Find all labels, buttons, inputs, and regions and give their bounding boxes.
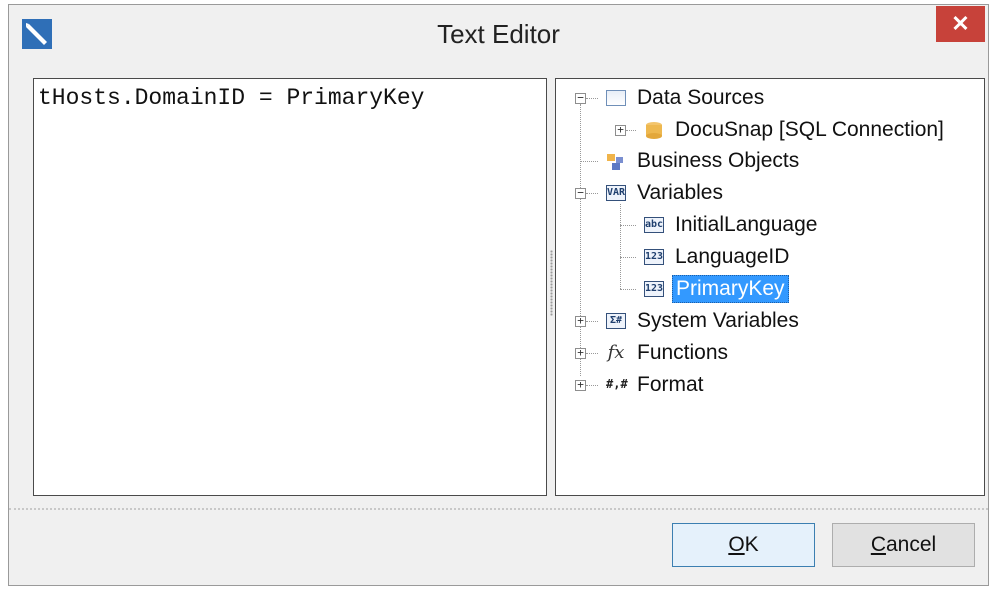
- collapse-toggle[interactable]: −: [575, 187, 586, 199]
- tree-line: [580, 161, 598, 162]
- button-area-divider: [9, 508, 988, 510]
- tree-item-label: DocuSnap [SQL Connection]: [675, 118, 944, 141]
- tree-line: [586, 193, 598, 194]
- tree-item-variables[interactable]: VAR Variables: [606, 179, 726, 207]
- tree-line: [620, 204, 621, 289]
- tree-item-label: Functions: [637, 341, 729, 364]
- expand-toggle[interactable]: +: [575, 379, 586, 391]
- ok-label: K: [744, 533, 759, 556]
- system-variables-icon: Σ#: [606, 313, 626, 329]
- collapse-toggle[interactable]: −: [575, 92, 586, 104]
- dictionary-tree[interactable]: − + − + + + Data Sources DocuSnap [SQL C…: [555, 78, 985, 496]
- function-icon: fx: [607, 342, 625, 363]
- tree-item-label: System Variables: [637, 309, 799, 332]
- tree-item-label-selected: PrimaryKey: [672, 275, 789, 303]
- variables-icon: VAR: [606, 185, 626, 201]
- close-icon: ✕: [951, 11, 970, 36]
- window-title: Text Editor: [437, 19, 560, 49]
- tree-item-label: Business Objects: [637, 149, 800, 172]
- database-icon: [644, 122, 664, 139]
- tree-line: [620, 289, 636, 290]
- tree-item-system-variables[interactable]: Σ# System Variables: [606, 307, 802, 335]
- tree-line: [586, 321, 598, 322]
- splitter-handle[interactable]: [550, 250, 553, 316]
- data-sources-icon: [606, 90, 626, 106]
- string-variable-icon: abc: [644, 217, 664, 233]
- tree-item-label: Data Sources: [637, 86, 765, 109]
- business-objects-icon: [606, 153, 626, 170]
- format-icon: #,#: [606, 377, 628, 391]
- tree-line: [586, 98, 598, 99]
- tree-item-label: LanguageID: [675, 245, 790, 268]
- cancel-label: ancel: [885, 533, 937, 556]
- tree-item-business-objects[interactable]: Business Objects: [606, 147, 802, 175]
- tree-item-docusnap-connection[interactable]: DocuSnap [SQL Connection]: [644, 116, 947, 144]
- ok-button[interactable]: OK: [672, 523, 815, 567]
- title-bar[interactable]: Text Editor ✕: [9, 5, 988, 63]
- cancel-button[interactable]: Cancel: [832, 523, 975, 567]
- tree-line: [586, 385, 598, 386]
- ok-mnemonic: O: [728, 533, 745, 556]
- tree-line: [620, 257, 636, 258]
- tree-item-format[interactable]: #,# Format: [606, 371, 707, 399]
- expand-toggle[interactable]: +: [615, 124, 626, 136]
- cancel-mnemonic: C: [870, 533, 886, 556]
- tree-item-functions[interactable]: fx Functions: [606, 339, 731, 367]
- number-variable-icon: 123: [644, 249, 664, 265]
- tree-item-label: Format: [637, 373, 704, 396]
- expression-editor[interactable]: tHosts.DomainID = PrimaryKey: [33, 78, 547, 496]
- text-editor-dialog: Text Editor ✕ tHosts.DomainID = PrimaryK…: [8, 4, 989, 586]
- tree-item-data-sources[interactable]: Data Sources: [606, 84, 767, 112]
- expand-toggle[interactable]: +: [575, 347, 586, 359]
- tree-item-label: Variables: [637, 181, 723, 204]
- tree-item-label: InitialLanguage: [675, 213, 818, 236]
- expand-toggle[interactable]: +: [575, 315, 586, 327]
- tree-item-languageid[interactable]: 123 LanguageID: [644, 243, 792, 271]
- tree-line: [626, 130, 636, 131]
- tree-item-primarykey[interactable]: 123 PrimaryKey: [644, 275, 789, 303]
- number-variable-icon: 123: [644, 281, 664, 297]
- tree-line: [620, 225, 636, 226]
- expression-text[interactable]: tHosts.DomainID = PrimaryKey: [38, 85, 424, 111]
- tree-line: [580, 104, 581, 376]
- tree-item-initiallanguage[interactable]: abc InitialLanguage: [644, 211, 820, 239]
- close-button[interactable]: ✕: [936, 6, 985, 42]
- tree-line: [586, 353, 598, 354]
